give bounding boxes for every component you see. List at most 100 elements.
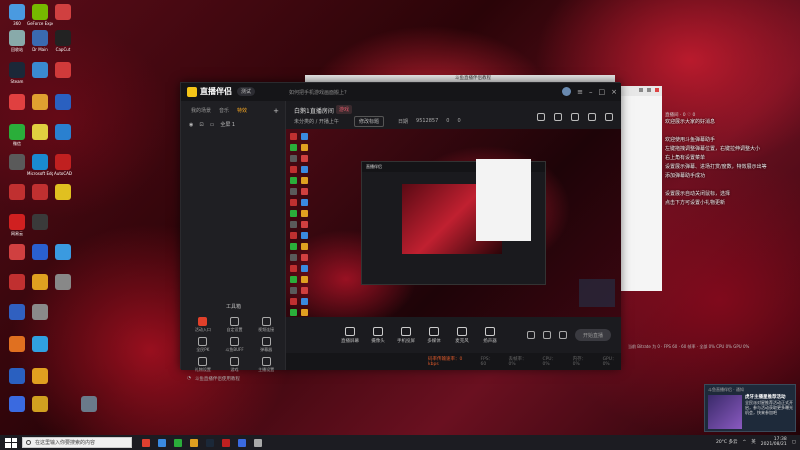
- minimize-icon[interactable]: [639, 88, 643, 92]
- gift-icon[interactable]: [571, 113, 579, 121]
- taskbar-app-icon[interactable]: [254, 438, 262, 447]
- close-icon[interactable]: [655, 88, 659, 92]
- chevron-up-icon[interactable]: ^: [743, 440, 747, 445]
- preview-icon: [290, 210, 297, 217]
- memory-status: 内存：0%: [572, 357, 587, 367]
- desktop-icon[interactable]: CapCut: [50, 30, 76, 64]
- tool-item[interactable]: 主播设置: [250, 357, 282, 373]
- tool-item[interactable]: 活动入口: [187, 317, 219, 333]
- chat-icon[interactable]: [588, 113, 596, 121]
- weather-status[interactable]: 20°C 多云: [716, 439, 738, 445]
- eye-icon[interactable]: ◉: [189, 122, 193, 128]
- tool-label: 全民PK: [196, 347, 210, 352]
- lock-icon[interactable]: ⊡: [199, 122, 203, 128]
- settings-icon[interactable]: [554, 113, 562, 121]
- app-icon: [32, 214, 48, 230]
- app-icon: [55, 274, 71, 290]
- taskbar-app-icon[interactable]: [222, 438, 230, 447]
- tab-effects[interactable]: 特效: [237, 107, 247, 115]
- tool-item[interactable]: 全民PK: [187, 337, 219, 353]
- taskbar-app-icon[interactable]: [238, 438, 246, 447]
- bitrate-status: 码率传输速率：0 kbps: [428, 357, 463, 367]
- maximize-icon[interactable]: [647, 88, 651, 92]
- maximize-icon[interactable]: □: [599, 88, 606, 96]
- taskbar-app-icon[interactable]: [142, 438, 150, 447]
- taskbar-search[interactable]: 在这里输入你要搜索的内容: [22, 437, 132, 448]
- room-name: 白鹅1直播房间: [294, 108, 334, 115]
- more-icon[interactable]: [605, 113, 613, 121]
- screen-capture-button[interactable]: 直播屏幕: [336, 326, 364, 344]
- toast-body: 虎牙主播星推荐活动 全民派对星推荐活动正式开启，参与活动获取更多曝光机会，快来参…: [745, 395, 795, 415]
- tool-item[interactable]: 弹幕器: [250, 337, 282, 353]
- desktop-icon[interactable]: [27, 214, 53, 248]
- tool-item[interactable]: 自定设置: [219, 317, 251, 333]
- tab-music[interactable]: 音乐: [219, 107, 229, 115]
- info-icon: ◔: [187, 376, 191, 381]
- tab-scenes[interactable]: 我的场景: [191, 107, 211, 115]
- app-icon: [32, 304, 48, 320]
- room-title[interactable]: 未分类的 / 开播上午: [294, 118, 339, 125]
- tool-item[interactable]: 游戏: [219, 357, 251, 373]
- windows-start-icon[interactable]: [5, 437, 17, 448]
- tool-item[interactable]: 礼物设置: [187, 357, 219, 373]
- preview-icon: [301, 221, 308, 228]
- room-stat: 日期: [398, 119, 409, 125]
- share-icon[interactable]: [537, 113, 545, 121]
- tutorial-link[interactable]: ◔ 斗鱼直播伴侣使用教程: [187, 376, 240, 382]
- desktop-icon[interactable]: [50, 94, 76, 128]
- preview-icon: [290, 133, 297, 140]
- danmaku-overlay[interactable]: 直播间 · 0 ♡ 0 欢迎展示大家的好消息 欢迎使用斗鱼弹幕助手 左键拖拽调整弹…: [665, 112, 800, 362]
- notification-icon[interactable]: ▢: [792, 440, 796, 445]
- menu-icon[interactable]: ≡: [577, 88, 583, 96]
- taskbar-app-icon[interactable]: [174, 438, 182, 447]
- media-button[interactable]: 多媒体: [420, 326, 448, 344]
- tool-label: 活动入口: [194, 327, 211, 332]
- record-icon[interactable]: [527, 331, 535, 339]
- desktop-icon[interactable]: AutoCAD: [50, 154, 76, 188]
- action-label: 多媒体: [427, 338, 441, 344]
- preview-icon: [290, 232, 297, 239]
- clock[interactable]: 17:38 2021/08/21: [761, 437, 787, 447]
- app-icon: [55, 124, 71, 140]
- eye-icon[interactable]: [543, 331, 551, 339]
- phone-cast-button[interactable]: 手机投屏: [392, 326, 420, 344]
- version-badge[interactable]: 测试: [237, 87, 256, 96]
- browser-tab-title[interactable]: 斗鱼直播伴侣教程: [455, 76, 491, 81]
- desktop-icon[interactable]: [50, 124, 76, 158]
- desktop-icon[interactable]: [76, 396, 102, 430]
- desktop-icon[interactable]: [27, 396, 53, 430]
- add-scene-button[interactable]: +: [273, 107, 279, 115]
- desktop-icon[interactable]: [27, 336, 53, 370]
- scene-item[interactable]: ◉ ⊡ ▭ 全屏 1: [181, 115, 285, 134]
- app-icon: [32, 154, 48, 170]
- taskbar-app-icon[interactable]: [190, 438, 198, 447]
- close-icon[interactable]: ×: [611, 88, 617, 96]
- title-tip-link[interactable]: 如何把手机游戏画面搬上?: [289, 89, 347, 96]
- avatar[interactable]: [562, 87, 572, 96]
- gear-icon[interactable]: [559, 331, 567, 339]
- tool-item[interactable]: 视频连接: [250, 317, 282, 333]
- start-live-button[interactable]: 开始直播: [575, 329, 611, 341]
- edit-title-button[interactable]: 修改标题: [354, 116, 385, 127]
- language-indicator[interactable]: 英: [751, 439, 756, 445]
- taskbar-app-icon[interactable]: [158, 438, 166, 447]
- category-tag[interactable]: 游戏: [336, 105, 353, 114]
- desktop-icon[interactable]: [50, 244, 76, 278]
- stream-preview[interactable]: 直播伴侣: [286, 129, 621, 317]
- desktop-icon[interactable]: [50, 274, 76, 308]
- tool-item[interactable]: 斗鱼BUFF: [219, 337, 251, 353]
- app-title-bar[interactable]: 直播伴侣 测试 如何把手机游戏画面搬上? ≡ – □ ×: [181, 83, 621, 101]
- camera-button[interactable]: 摄像头: [364, 326, 392, 344]
- desktop-icon[interactable]: [27, 304, 53, 338]
- taskbar-app-icon[interactable]: [206, 438, 214, 447]
- minimize-icon[interactable]: –: [589, 88, 593, 96]
- desktop-icon-label: AutoCAD: [54, 171, 72, 176]
- toast-notification[interactable]: 斗鱼直播伴侣 · 通知 虎牙主播星推荐活动 全民派对星推荐活动正式开启，参与活动…: [704, 384, 796, 432]
- preview-icon: [290, 309, 297, 316]
- speaker-button[interactable]: 扬声器: [476, 326, 504, 344]
- microphone-button[interactable]: 麦克风: [448, 326, 476, 344]
- desktop-icon[interactable]: [50, 62, 76, 96]
- desktop-icon[interactable]: [50, 184, 76, 218]
- live-companion-window[interactable]: 直播伴侣 测试 如何把手机游戏画面搬上? ≡ – □ × 我的场景 音乐 特效 …: [180, 82, 621, 382]
- preview-icon: [301, 298, 308, 305]
